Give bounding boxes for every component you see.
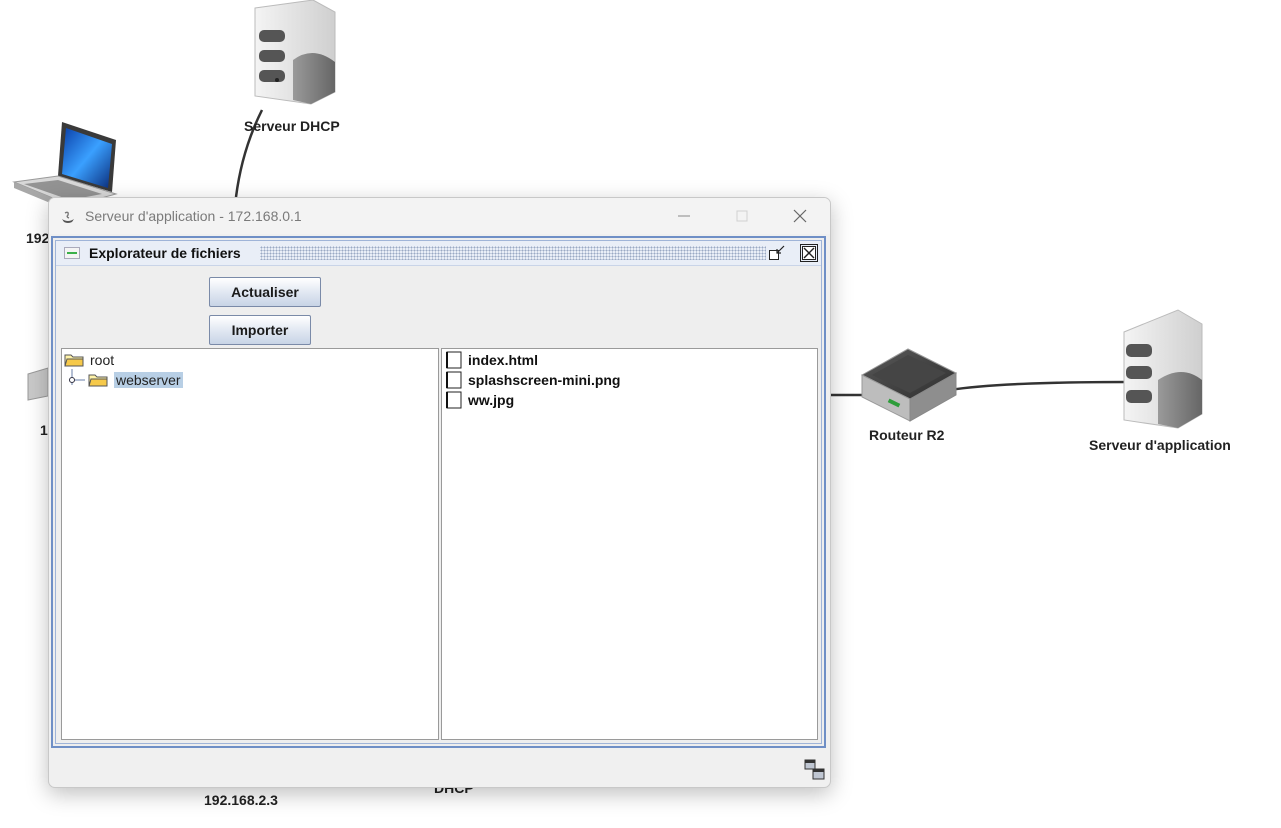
window-statusbar (49, 753, 830, 787)
maximize-icon (736, 210, 748, 222)
file-item[interactable]: index.html (446, 350, 538, 370)
app-window: Serveur d'application - 172.168.0.1 Expl… (48, 197, 831, 788)
minimize-icon (678, 215, 690, 217)
file-icon (446, 391, 462, 409)
label-bottom-ip: 192.168.2.3 (204, 792, 278, 808)
folder-tree[interactable]: root webserver (61, 348, 439, 740)
minimize-button[interactable] (655, 198, 713, 234)
label-app-server: Serveur d'application (1089, 437, 1231, 453)
file-icon (446, 371, 462, 389)
minimized-frames-icon[interactable] (804, 759, 826, 781)
file-name: index.html (468, 352, 539, 368)
refresh-button[interactable]: Actualiser (209, 277, 321, 307)
tree-node-webserver[interactable]: webserver (88, 371, 183, 389)
label-router: Routeur R2 (869, 427, 945, 443)
frame-close-icon (800, 244, 818, 262)
link-router-app (949, 380, 1129, 392)
window-title: Serveur d'application - 172.168.0.1 (85, 208, 302, 224)
close-button[interactable] (771, 198, 829, 234)
frame-icon (64, 247, 80, 259)
file-name: ww.jpg (468, 392, 515, 408)
iconify-button[interactable] (768, 244, 786, 262)
import-button[interactable]: Importer (209, 315, 311, 345)
file-item[interactable]: ww.jpg (446, 390, 514, 410)
app-java-icon (62, 211, 74, 223)
partial-device-icon (27, 367, 49, 401)
file-name: splashscreen-mini.png (468, 372, 621, 388)
maximize-button[interactable] (713, 198, 771, 234)
titlebar-grip (260, 246, 766, 260)
tree-label-webserver: webserver (114, 372, 183, 388)
tree-label-root: root (90, 352, 115, 368)
file-explorer-title: Explorateur de fichiers (89, 245, 241, 261)
router-icon (860, 348, 958, 422)
tree-connector-icon (69, 369, 85, 385)
label-partial: 1 (40, 422, 48, 438)
file-list[interactable]: index.html splashscreen-mini.png ww.jpg (441, 348, 818, 740)
file-explorer-frame: Explorateur de fichiers Actualiser Impor… (51, 236, 826, 748)
label-dhcp-server: Serveur DHCP (244, 118, 340, 134)
tree-node-root[interactable]: root (64, 351, 114, 369)
window-titlebar[interactable]: Serveur d'application - 172.168.0.1 (49, 198, 830, 234)
file-explorer-titlebar[interactable]: Explorateur de fichiers (56, 241, 821, 266)
folder-icon (64, 354, 84, 367)
label-laptop-ip: 192 (26, 230, 50, 246)
file-explorer-body: Explorateur de fichiers Actualiser Impor… (55, 240, 822, 744)
restore-icon (769, 245, 785, 260)
file-icon (446, 351, 462, 369)
close-icon (793, 209, 807, 223)
frame-close-button[interactable] (800, 244, 818, 262)
server-dhcp-icon (254, 0, 336, 105)
file-item[interactable]: splashscreen-mini.png (446, 370, 620, 390)
server-app-icon (1123, 309, 1203, 429)
folder-icon (88, 374, 108, 387)
